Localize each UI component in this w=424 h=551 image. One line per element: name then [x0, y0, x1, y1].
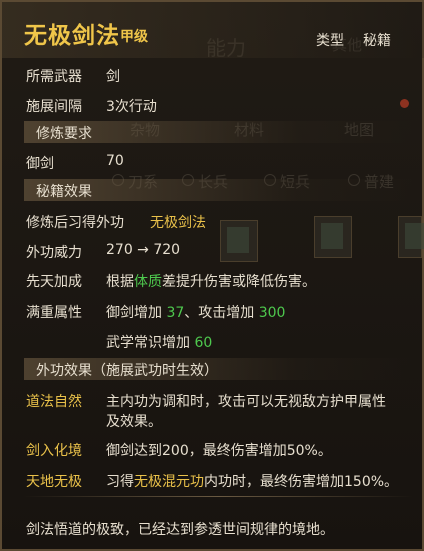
type-label: 类型	[316, 33, 344, 49]
flavor-text: 剑法悟道的极致，已经达到参透世间规律的境地。	[26, 522, 334, 538]
effect-1-label: 道法自然	[26, 394, 82, 410]
item-tooltip-panel: 能力 其他 杂物 材料 地图 刀系 长兵 短兵 普建 无极剑法 甲级 类型 秘籍…	[0, 0, 424, 551]
external-section-header: 外功效果（施展武功时生效）	[24, 358, 414, 380]
stack-line1-b: 37	[166, 305, 185, 321]
notification-dot-icon	[400, 99, 409, 108]
requirements-section-header: 修炼要求	[24, 121, 414, 143]
effects-title: 秘籍效果	[36, 184, 92, 200]
effect-2-text: 御剑达到200，最终伤害增加50%。	[106, 443, 332, 459]
req-skill-label: 御剑	[26, 156, 54, 172]
effect-3-label: 天地无极	[26, 474, 82, 490]
power-value: 270 → 720	[106, 242, 181, 258]
weapon-value: 剑	[106, 69, 120, 85]
stack-line-1: 御剑增加 37、攻击增加 300	[106, 302, 285, 322]
skill-title: 无极剑法	[24, 23, 120, 49]
stack-line-2: 武学常识增加 60	[106, 332, 212, 352]
interval-value: 3次行动	[106, 99, 157, 115]
innate-label: 先天加成	[26, 274, 82, 290]
effects-section-header: 秘籍效果	[24, 179, 414, 201]
type-value: 秘籍	[363, 33, 391, 49]
effect-3-text-b: 无极混元功	[134, 474, 204, 490]
stack-label: 满重属性	[26, 305, 82, 321]
effect-1-text-b: 及效果。	[106, 414, 162, 430]
effect-3-text: 习得无极混元功内功时，最终伤害增加150%。	[106, 471, 398, 491]
stack-line1-a: 御剑增加	[106, 305, 162, 321]
stack-line1-c: 、攻击增加	[184, 305, 255, 321]
innate-attr: 体质	[134, 274, 162, 290]
stack-line1-d: 300	[258, 305, 286, 321]
stack-line2-a: 武学常识增加	[106, 335, 190, 351]
learn-value: 无极剑法	[150, 215, 206, 231]
interval-label: 施展间隔	[26, 99, 82, 115]
innate-pre: 根据	[106, 274, 134, 290]
book-slot-icon	[398, 216, 424, 258]
effect-3-text-c: 内功时，最终伤害增加150%。	[204, 474, 399, 490]
effect-2-label: 剑入化境	[26, 443, 82, 459]
stack-line2-b: 60	[194, 335, 213, 351]
requirements-title: 修炼要求	[36, 126, 92, 142]
innate-post: 差提升伤害或降低伤害。	[162, 274, 316, 290]
learn-label: 修炼后习得外功	[26, 215, 124, 231]
book-slot-icon	[314, 216, 352, 258]
external-title: 外功效果（施展武功时生效）	[36, 363, 218, 379]
req-skill-value: 70	[106, 153, 124, 169]
effect-1-text-a: 主内功为调和时，攻击可以无视敌方护甲属性	[106, 394, 386, 410]
divider	[22, 496, 414, 497]
weapon-label: 所需武器	[26, 69, 82, 85]
book-slot-icon	[220, 220, 258, 262]
skill-grade: 甲级	[120, 29, 148, 45]
innate-text: 根据体质差提升伤害或降低伤害。	[106, 271, 316, 291]
power-label: 外功威力	[26, 245, 82, 261]
effect-3-text-a: 习得	[106, 474, 134, 490]
tooltip-header: 无极剑法 甲级 类型 秘籍	[2, 2, 424, 58]
